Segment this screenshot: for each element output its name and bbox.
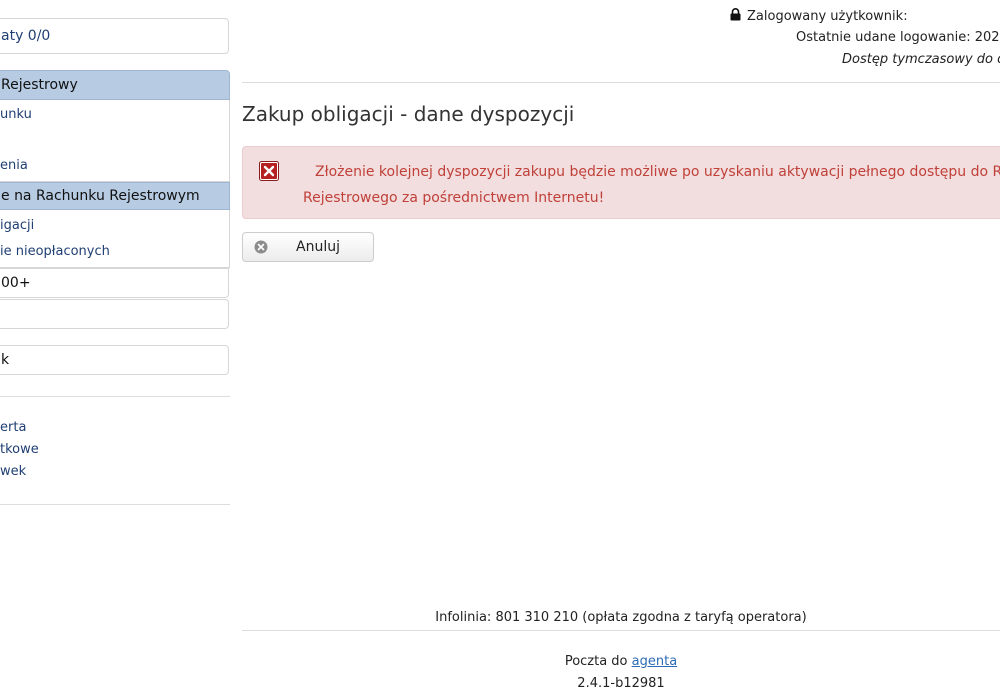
- logged-user-info: Zalogowany użytkownik:: [730, 8, 908, 24]
- section-body: [0, 210, 230, 268]
- section-header-label: e na Rachunku Rejestrowym: [1, 188, 200, 204]
- alert-message: Złożenie kolejnej dyspozycji zakupu będz…: [303, 159, 1000, 211]
- sidebar-item-500plus[interactable]: 00+: [0, 268, 229, 298]
- sidebar-link-dodatkowe[interactable]: tkowe: [0, 442, 39, 457]
- section-header-obligacje[interactable]: e na Rachunku Rejestrowym: [0, 182, 230, 210]
- sidebar-divider: [0, 504, 230, 505]
- error-alert: Złożenie kolejnej dyspozycji zakupu będz…: [242, 146, 1000, 219]
- sidebar-link-podatkow[interactable]: wek: [0, 464, 26, 479]
- section-header-label: Rejestrowy: [1, 77, 78, 93]
- footer-mail: Poczta do agenta: [242, 654, 1000, 669]
- lock-icon: [730, 8, 741, 21]
- last-login: Ostatnie udane logowanie: 2020-: [796, 30, 1000, 45]
- sidebar: aty 0/0 Rejestrowy unku enia e na Rachun…: [0, 0, 230, 700]
- sidebar-item-label: 00+: [1, 275, 31, 291]
- sidebar-item-zlecenia[interactable]: enia: [0, 158, 28, 173]
- sidebar-item-label: k: [1, 352, 10, 368]
- footer-mail-prefix: Poczta do: [564, 654, 628, 669]
- sidebar-item-rachunku[interactable]: unku: [0, 107, 32, 122]
- messages-box[interactable]: aty 0/0: [0, 18, 229, 54]
- section-header-rejestrowy[interactable]: Rejestrowy: [0, 70, 230, 100]
- app-version: 2.4.1-b12981: [577, 676, 665, 691]
- alert-line-1: Złożenie kolejnej dyspozycji zakupu będz…: [315, 164, 1000, 180]
- footer-divider: [242, 630, 1000, 631]
- header-divider: [242, 82, 1000, 83]
- alert-line-2: Rejestrowego za pośrednictwem Internetu!: [303, 190, 605, 206]
- footer-infoline: Infolinia: 801 310 210 (opłata zgodna z …: [435, 610, 807, 625]
- cancel-label: Anuluj: [296, 239, 340, 255]
- cancel-button[interactable]: Anuluj: [242, 232, 374, 262]
- page-title: Zakup obligacji - dane dyspozycji: [242, 102, 575, 126]
- error-icon: [259, 161, 279, 181]
- sidebar-item-empty[interactable]: [0, 299, 229, 329]
- cancel-icon: [254, 240, 268, 254]
- logged-user-label: Zalogowany użytkownik:: [747, 9, 908, 24]
- sidebar-item-nieoplaconych[interactable]: ie nieopłaconych: [0, 244, 110, 259]
- section-body: [0, 100, 230, 182]
- sidebar-link-oferta[interactable]: erta: [0, 420, 26, 435]
- sidebar-item-obligacji[interactable]: igacji: [0, 218, 34, 233]
- agent-mail-link[interactable]: agenta: [632, 654, 678, 669]
- temp-access-notice: Dostęp tymczasowy do dr: [842, 52, 1000, 67]
- messages-label: aty 0/0: [1, 28, 51, 44]
- sidebar-item-k[interactable]: k: [0, 345, 229, 375]
- sidebar-divider: [0, 396, 230, 397]
